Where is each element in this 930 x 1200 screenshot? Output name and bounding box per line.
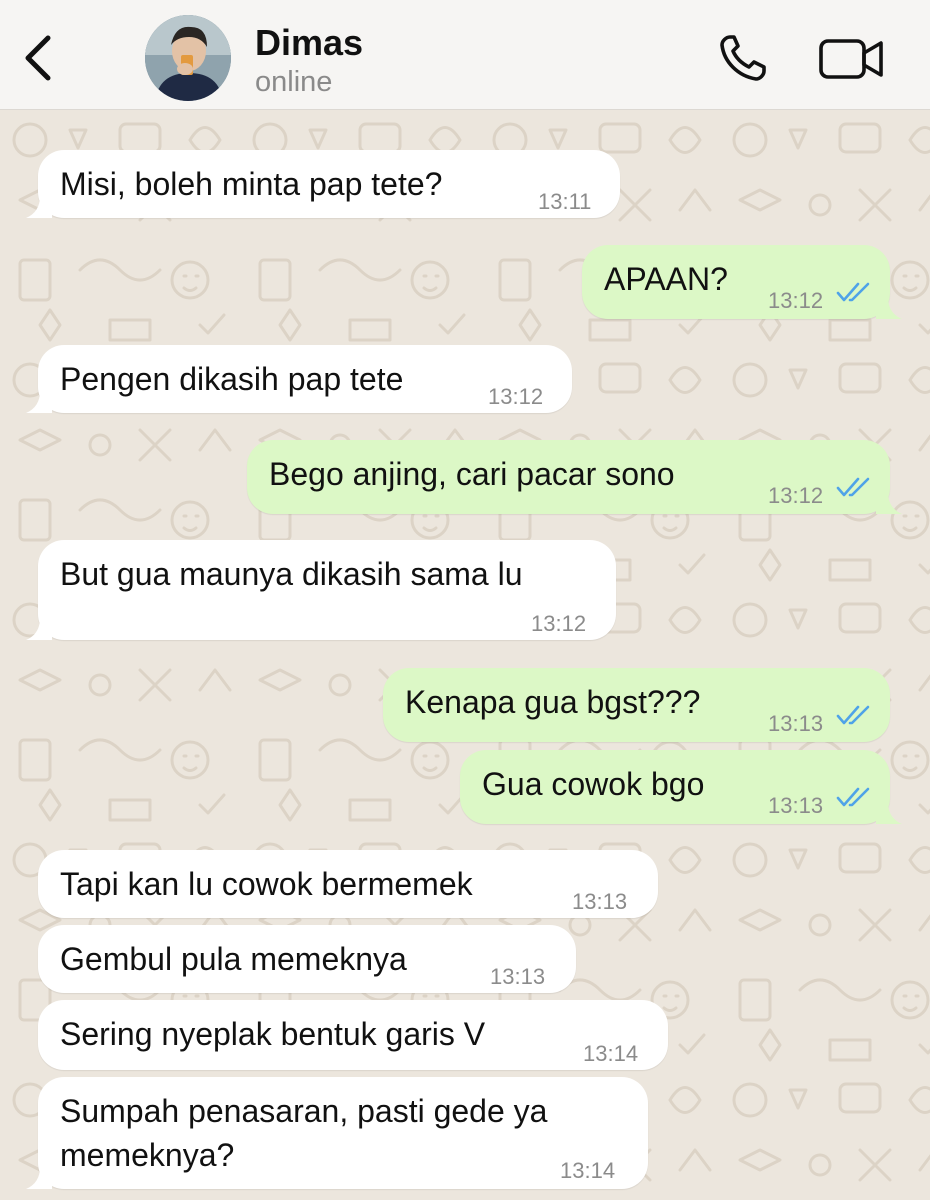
message-text: Gua cowok bgo xyxy=(482,766,705,802)
message-time: 13:12 xyxy=(531,611,587,636)
message-time: 13:13 xyxy=(490,964,546,989)
chat-header: Dimas online xyxy=(0,0,930,110)
contact-name[interactable]: Dimas xyxy=(255,22,363,64)
message-text: Gembul pula memeknya xyxy=(60,941,407,977)
message-text: Bego anjing, cari pacar sono xyxy=(269,456,675,492)
message-outgoing[interactable]: APAAN? 13:12 xyxy=(582,245,902,319)
back-button[interactable] xyxy=(18,32,58,84)
message-incoming[interactable]: Gembul pula memeknya 13:13 xyxy=(38,925,576,993)
bubble-tail xyxy=(876,802,902,824)
message-time: 13:14 xyxy=(583,1041,639,1066)
message-incoming[interactable]: Pengen dikasih pap tete 13:12 xyxy=(26,345,572,413)
bubble-tail xyxy=(26,196,52,218)
bubble-tail xyxy=(876,297,902,319)
voice-call-button[interactable] xyxy=(716,32,772,84)
message-time: 13:12 xyxy=(768,288,824,313)
message-text: Pengen dikasih pap tete xyxy=(60,361,404,397)
double-check-icon xyxy=(836,705,870,725)
message-time: 13:13 xyxy=(572,889,628,914)
message-time: 13:12 xyxy=(488,384,544,409)
message-time: 13:12 xyxy=(768,483,824,508)
message-outgoing[interactable]: Bego anjing, cari pacar sono 13:12 xyxy=(247,440,902,514)
message-time: 13:13 xyxy=(768,793,824,818)
double-check-icon xyxy=(836,282,870,302)
message-outgoing[interactable]: Gua cowok bgo 13:13 xyxy=(460,750,902,824)
double-check-icon xyxy=(836,477,870,497)
chevron-left-icon xyxy=(25,35,51,81)
message-outgoing[interactable]: Kenapa gua bgst??? 13:13 xyxy=(383,668,890,742)
bubble-tail xyxy=(26,618,52,640)
bubble-tail xyxy=(876,492,902,514)
message-text: Kenapa gua bgst??? xyxy=(405,684,701,720)
message-incoming[interactable]: But gua maunya dikasih sama lu 13:12 xyxy=(26,540,616,640)
avatar-image xyxy=(145,15,231,101)
message-text: Sering nyeplak bentuk garis V xyxy=(60,1016,486,1052)
message-text: Misi, boleh minta pap tete? xyxy=(60,166,443,202)
bubble-tail xyxy=(26,1167,52,1189)
message-time: 13:13 xyxy=(768,711,824,736)
avatar[interactable] xyxy=(145,15,231,101)
message-text: Tapi kan lu cowok bermemek xyxy=(60,866,473,902)
message-incoming[interactable]: Misi, boleh minta pap tete? 13:11 xyxy=(26,150,620,218)
message-time: 13:14 xyxy=(560,1158,616,1183)
message-text: But gua maunya dikasih sama lu xyxy=(60,556,523,592)
message-incoming[interactable]: Sering nyeplak bentuk garis V 13:14 xyxy=(38,1000,668,1070)
message-text: Sumpah penasaran, pasti gede ya memeknya… xyxy=(60,1093,548,1173)
chat-area[interactable]: Misi, boleh minta pap tete? 13:11 APAAN?… xyxy=(0,110,930,1200)
message-time: 13:11 xyxy=(538,189,592,214)
message-incoming[interactable]: Sumpah penasaran, pasti gede ya memeknya… xyxy=(26,1077,648,1189)
phone-icon xyxy=(720,35,766,81)
double-check-icon xyxy=(836,787,870,807)
video-camera-icon xyxy=(819,39,883,79)
message-text: APAAN? xyxy=(604,261,728,297)
bubble-tail xyxy=(26,391,52,413)
contact-status: online xyxy=(255,66,333,98)
video-call-button[interactable] xyxy=(818,36,886,82)
message-incoming[interactable]: Tapi kan lu cowok bermemek 13:13 xyxy=(38,850,658,918)
